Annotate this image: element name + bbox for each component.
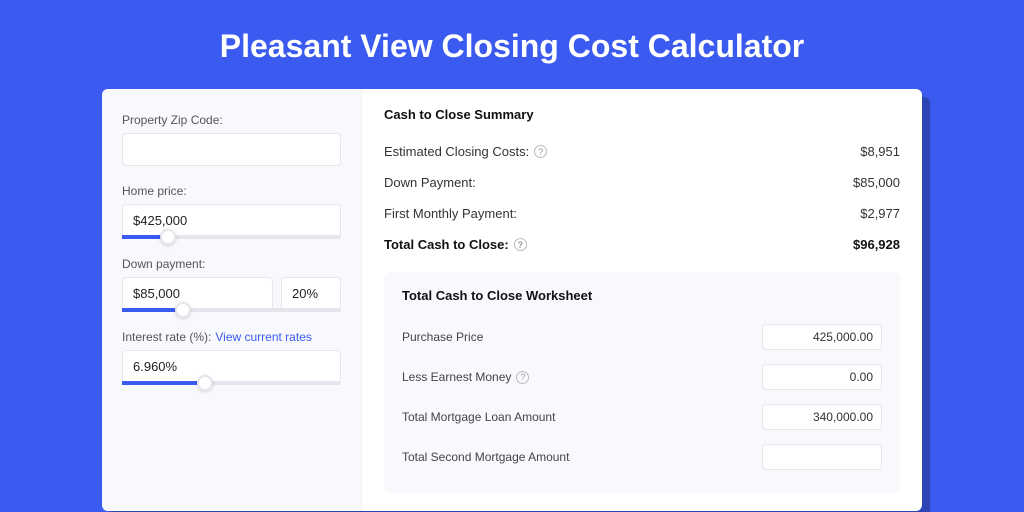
view-current-rates-link[interactable]: View current rates (215, 330, 312, 344)
field-interest-rate: Interest rate (%): View current rates (122, 330, 341, 385)
summary-label: First Monthly Payment: (384, 206, 517, 221)
field-property-zip: Property Zip Code: (122, 113, 341, 166)
down-payment-input[interactable] (122, 277, 273, 310)
summary-row-total: Total Cash to Close: ? $96,928 (384, 229, 900, 260)
summary-title: Cash to Close Summary (384, 107, 900, 122)
home-price-input[interactable] (122, 204, 341, 237)
home-price-slider[interactable] (122, 235, 341, 239)
summary-total-value: $96,928 (853, 237, 900, 252)
ws-input-mortgage-loan[interactable] (762, 404, 882, 430)
slider-thumb-icon[interactable] (160, 229, 176, 245)
help-icon[interactable]: ? (514, 238, 527, 251)
ws-row-earnest-money: Less Earnest Money ? (402, 357, 882, 397)
down-payment-slider[interactable] (122, 308, 341, 312)
summary-value: $85,000 (853, 175, 900, 190)
summary-value: $2,977 (860, 206, 900, 221)
down-payment-label: Down payment: (122, 257, 341, 271)
interest-rate-input[interactable] (122, 350, 341, 383)
results-panel: Cash to Close Summary Estimated Closing … (362, 89, 922, 511)
summary-label: Down Payment: (384, 175, 476, 190)
worksheet-title: Total Cash to Close Worksheet (402, 288, 882, 303)
ws-input-earnest-money[interactable] (762, 364, 882, 390)
interest-rate-label: Interest rate (%): (122, 330, 211, 344)
ws-input-purchase-price[interactable] (762, 324, 882, 350)
help-icon[interactable]: ? (516, 371, 529, 384)
ws-label: Purchase Price (402, 330, 483, 344)
inputs-panel: Property Zip Code: Home price: Down paym… (102, 89, 362, 511)
zip-label: Property Zip Code: (122, 113, 341, 127)
down-payment-pct-input[interactable] (281, 277, 341, 310)
summary-label: Estimated Closing Costs: (384, 144, 529, 159)
summary-row-down-payment: Down Payment: $85,000 (384, 167, 900, 198)
ws-row-purchase-price: Purchase Price (402, 317, 882, 357)
page-title: Pleasant View Closing Cost Calculator (0, 0, 1024, 89)
help-icon[interactable]: ? (534, 145, 547, 158)
ws-label: Total Second Mortgage Amount (402, 450, 569, 464)
ws-row-mortgage-loan: Total Mortgage Loan Amount (402, 397, 882, 437)
summary-row-closing-costs: Estimated Closing Costs: ? $8,951 (384, 136, 900, 167)
interest-rate-slider[interactable] (122, 381, 341, 385)
field-home-price: Home price: (122, 184, 341, 239)
summary-row-first-monthly: First Monthly Payment: $2,977 (384, 198, 900, 229)
summary-total-label: Total Cash to Close: (384, 237, 509, 252)
calculator-card: Property Zip Code: Home price: Down paym… (102, 89, 922, 511)
ws-label: Less Earnest Money (402, 370, 511, 384)
zip-input[interactable] (122, 133, 341, 166)
ws-row-second-mortgage: Total Second Mortgage Amount (402, 437, 882, 477)
ws-label: Total Mortgage Loan Amount (402, 410, 555, 424)
ws-input-second-mortgage[interactable] (762, 444, 882, 470)
slider-thumb-icon[interactable] (175, 302, 191, 318)
worksheet: Total Cash to Close Worksheet Purchase P… (384, 272, 900, 493)
field-down-payment: Down payment: (122, 257, 341, 312)
summary-value: $8,951 (860, 144, 900, 159)
home-price-label: Home price: (122, 184, 341, 198)
slider-thumb-icon[interactable] (197, 375, 213, 391)
